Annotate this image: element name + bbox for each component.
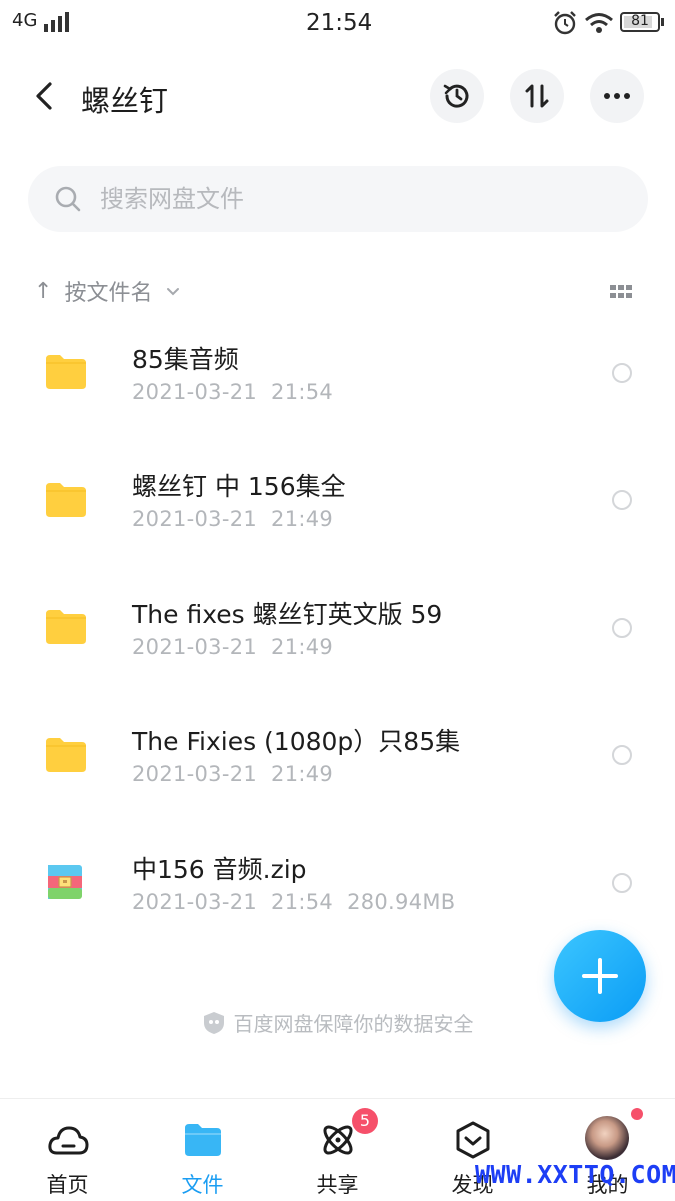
- file-size: 280.94MB: [347, 890, 456, 914]
- history-icon: [443, 84, 469, 108]
- file-date: 2021-03-21: [132, 890, 258, 914]
- search-icon: [55, 186, 81, 212]
- folder-icon: [46, 738, 86, 772]
- signal-icon: [44, 12, 69, 32]
- battery-level: 81: [631, 13, 649, 29]
- shield-icon: [203, 1012, 224, 1034]
- zip-archive-icon: [48, 865, 82, 899]
- folder-icon: [46, 610, 86, 644]
- chevron-left-icon: [36, 82, 52, 110]
- file-time: 21:54: [271, 890, 334, 914]
- file-name: 螺丝钉 中 156集全: [132, 472, 346, 501]
- file-time: 21:54: [271, 380, 334, 404]
- cloud-icon: [48, 1126, 89, 1155]
- watermark: WWW.XXTTQ.COM: [475, 1160, 675, 1189]
- file-time: 21:49: [271, 507, 334, 531]
- plus-icon: [582, 958, 618, 994]
- select-checkbox[interactable]: [612, 490, 632, 510]
- file-meta: 2021-03-21 21:49: [132, 635, 333, 659]
- file-date: 2021-03-21: [132, 635, 258, 659]
- chevron-down-icon: [167, 288, 180, 296]
- alarm-icon: [554, 11, 576, 35]
- file-date: 2021-03-21: [132, 380, 258, 404]
- sort-direction-icon: ↑: [34, 278, 53, 304]
- select-checkbox[interactable]: [612, 873, 632, 893]
- file-row[interactable]: 螺丝钉 中 156集全 2021-03-21 21:49: [0, 453, 675, 580]
- network-type: 4G: [12, 10, 38, 31]
- select-checkbox[interactable]: [612, 618, 632, 638]
- tab-share[interactable]: 共享: [270, 1099, 405, 1201]
- more-dots-icon: [604, 93, 630, 99]
- folder-icon: [46, 483, 86, 517]
- search-input[interactable]: [100, 166, 620, 232]
- sort-arrows-icon: [525, 84, 549, 108]
- page-title: 螺丝钉: [81, 84, 169, 118]
- tab-home[interactable]: 首页: [0, 1099, 135, 1201]
- back-button[interactable]: [26, 76, 66, 116]
- file-name: 中156 音频.zip: [132, 855, 307, 884]
- file-name: 85集音频: [132, 345, 239, 374]
- security-note-text: 百度网盘保障你的数据安全: [233, 1012, 474, 1036]
- search-bar[interactable]: [28, 166, 648, 232]
- more-button[interactable]: [590, 69, 644, 123]
- wifi-icon: [585, 13, 613, 33]
- select-checkbox[interactable]: [612, 363, 632, 383]
- file-meta: 2021-03-21 21:54 280.94MB: [132, 890, 455, 914]
- avatar: [585, 1116, 629, 1160]
- file-date: 2021-03-21: [132, 762, 258, 786]
- sort-label: 按文件名: [64, 281, 153, 306]
- status-bar: 4G 21:54 81: [0, 0, 675, 48]
- tab-label: 文件: [181, 1173, 224, 1197]
- file-row[interactable]: The Fixies (1080p）只85集 2021-03-21 21:49: [0, 708, 675, 835]
- grid-icon: [610, 285, 632, 298]
- history-button[interactable]: [430, 69, 484, 123]
- folder-icon: [185, 1124, 221, 1156]
- select-checkbox[interactable]: [612, 745, 632, 765]
- file-row[interactable]: The fixes 螺丝钉英文版 59 2021-03-21 21:49: [0, 581, 675, 708]
- file-meta: 2021-03-21 21:49: [132, 507, 333, 531]
- file-time: 21:49: [271, 635, 334, 659]
- file-meta: 2021-03-21 21:54: [132, 380, 333, 404]
- file-row[interactable]: 85集音频 2021-03-21 21:54: [0, 326, 675, 453]
- file-name: The Fixies (1080p）只85集: [132, 727, 461, 756]
- notification-dot: [631, 1108, 643, 1120]
- folder-icon: [46, 355, 86, 389]
- discover-icon: [456, 1121, 490, 1159]
- file-meta: 2021-03-21 21:49: [132, 762, 333, 786]
- sort-dropdown[interactable]: ↑ 按文件名: [34, 276, 184, 306]
- security-note: 百度网盘保障你的数据安全: [0, 1008, 675, 1037]
- sort-toggle-button[interactable]: [510, 69, 564, 123]
- tab-label: 共享: [316, 1173, 359, 1197]
- file-name: The fixes 螺丝钉英文版 59: [132, 600, 443, 629]
- tab-files[interactable]: 文件: [135, 1099, 270, 1201]
- file-date: 2021-03-21: [132, 507, 258, 531]
- file-time: 21:49: [271, 762, 334, 786]
- clock: 21:54: [306, 10, 373, 36]
- battery-icon: 81: [620, 12, 660, 32]
- tab-label: 首页: [46, 1173, 89, 1197]
- grid-view-button[interactable]: [608, 282, 636, 302]
- share-badge: 5: [352, 1108, 378, 1134]
